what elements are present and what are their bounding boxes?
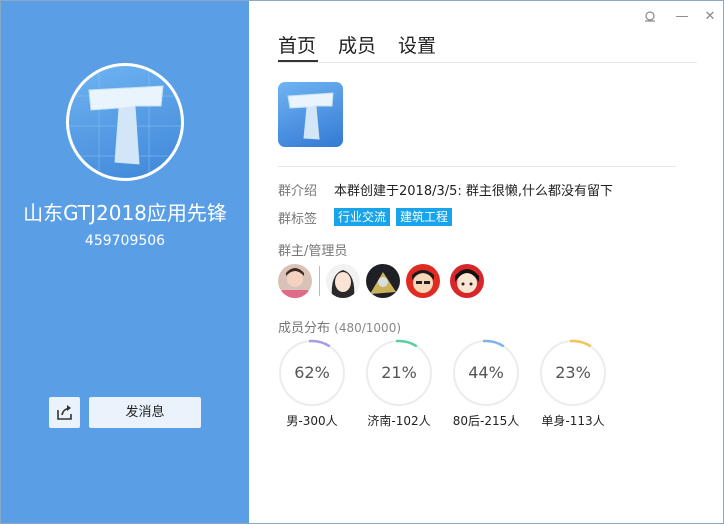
share-icon — [57, 405, 72, 420]
minimize-button[interactable]: — — [674, 9, 690, 25]
group-id: 459709506 — [84, 233, 166, 249]
stat-percent: 62% — [294, 363, 330, 382]
tag-item[interactable]: 行业交流 — [334, 208, 391, 226]
owner-avatar[interactable] — [278, 264, 312, 298]
admin-avatar-4[interactable] — [450, 264, 484, 298]
admin-avatar-2[interactable] — [366, 264, 400, 298]
close-button[interactable]: ✕ — [702, 9, 718, 25]
profile-sidebar: 山东GTJ2018应用先锋 459709506 发消息 — [1, 1, 249, 523]
section-divider — [278, 166, 676, 167]
group-profile-window: 山东GTJ2018应用先锋 459709506 发消息 — ✕ 首页 成员 设置 — [0, 0, 724, 524]
admin-avatar-3[interactable] — [406, 264, 440, 298]
group-avatar[interactable] — [66, 63, 184, 181]
profile-content: — ✕ 首页 成员 设置 群介绍 本群创建于2018/3/5: 群主很懒,什么都… — [250, 1, 723, 523]
tags-label: 群标签 — [278, 212, 318, 227]
tab-home[interactable]: 首页 — [278, 31, 316, 58]
intro-label: 群介绍 — [278, 184, 318, 199]
admin-avatar-1[interactable] — [326, 264, 360, 298]
owner-divider — [319, 266, 320, 296]
tab-members[interactable]: 成员 — [338, 31, 376, 58]
stat-single[interactable]: 23% 单身-113人 — [539, 339, 607, 428]
distribution-label: 成员分布 (480/1000) — [278, 317, 401, 336]
stat-caption: 济南-102人 — [367, 414, 431, 428]
stat-age[interactable]: 44% 80后-215人 — [452, 339, 520, 428]
group-name: 山东GTJ2018应用先锋 — [23, 201, 227, 225]
intro-text: 本群创建于2018/3/5: 群主很懒,什么都没有留下 — [334, 184, 614, 199]
tab-settings[interactable]: 设置 — [398, 31, 436, 58]
stat-region[interactable]: 21% 济南-102人 — [365, 339, 433, 428]
tag-item[interactable]: 建筑工程 — [396, 208, 453, 226]
stat-caption: 男-300人 — [286, 414, 338, 428]
admins-label: 群主/管理员 — [278, 244, 348, 259]
stat-caption: 单身-113人 — [541, 414, 605, 428]
group-logo-image — [69, 66, 181, 178]
stat-percent: 44% — [468, 363, 504, 382]
share-button[interactable] — [49, 397, 80, 428]
stat-percent: 23% — [555, 363, 591, 382]
member-count: (480/1000) — [334, 321, 402, 335]
tab-divider — [278, 62, 697, 63]
send-message-button[interactable]: 发消息 — [89, 397, 201, 428]
stat-gender[interactable]: 62% 男-300人 — [278, 339, 346, 428]
stat-percent: 21% — [381, 363, 417, 382]
stat-caption: 80后-215人 — [452, 414, 520, 428]
pin-icon[interactable] — [642, 9, 658, 25]
group-logo-thumbnail — [278, 82, 343, 147]
distribution-title: 成员分布 — [278, 321, 331, 336]
